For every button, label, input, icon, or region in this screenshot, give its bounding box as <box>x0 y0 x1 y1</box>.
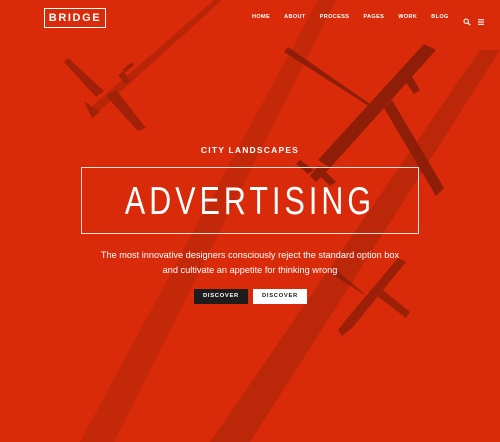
nav-item-about[interactable]: ABOUT <box>284 12 306 22</box>
search-icon[interactable] <box>463 13 471 26</box>
hero-description: The most innovative designers consciousl… <box>0 248 500 278</box>
discover-button-light[interactable]: DISCOVER <box>253 289 307 304</box>
nav-item-process[interactable]: PROCESS <box>320 12 350 22</box>
logo[interactable]: BRIDGE <box>44 8 106 28</box>
nav-item-home[interactable]: HOME <box>252 12 270 22</box>
main-nav: HOME ABOUT PROCESS PAGES WORK BLOG <box>252 12 491 26</box>
nav-item-pages[interactable]: PAGES <box>363 12 384 22</box>
hero-subtitle: CITY LANDSCAPES <box>200 145 300 155</box>
hero-title: ADVERTISING <box>124 180 376 223</box>
discover-button-dark[interactable]: DISCOVER <box>194 289 248 304</box>
title-frame: ADVERTISING <box>81 167 419 234</box>
nav-item-blog[interactable]: BLOG <box>431 12 449 22</box>
description-line: The most innovative designers consciousl… <box>100 250 400 260</box>
hero-section: BRIDGE HOME ABOUT PROCESS PAGES WORK BLO… <box>0 0 500 442</box>
nav-item-work[interactable]: WORK <box>398 12 417 22</box>
top-header: BRIDGE HOME ABOUT PROCESS PAGES WORK BLO… <box>0 0 500 38</box>
description-line: and cultivate an appetite for thinking w… <box>162 265 338 275</box>
menu-icon[interactable] <box>477 13 485 25</box>
